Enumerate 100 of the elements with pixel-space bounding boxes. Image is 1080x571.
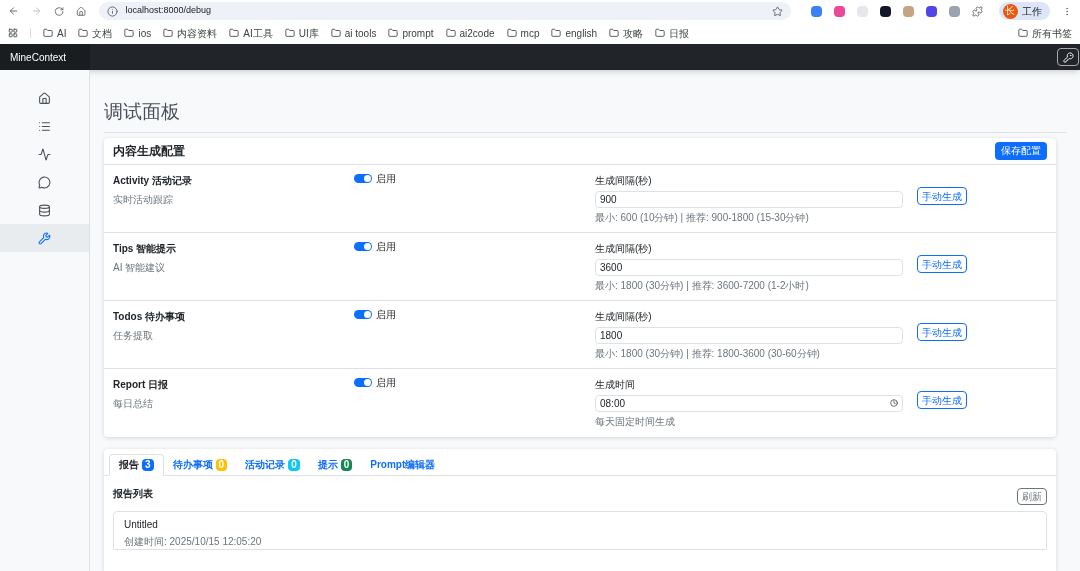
url-text: localhost:8000/debug bbox=[125, 4, 213, 18]
folder-icon[interactable] bbox=[284, 28, 295, 38]
profile-button[interactable]: 长 工作 bbox=[998, 2, 1050, 20]
extension-icon[interactable] bbox=[925, 5, 937, 17]
field-hint: 最小: 1800 (30分钟) | 推荐: 1800-3600 (30-60分钟) bbox=[595, 346, 821, 361]
all-bookmarks[interactable]: 所有书签 bbox=[1032, 25, 1072, 41]
interval-field[interactable]: 08:00 bbox=[595, 394, 903, 412]
report-title: Untitled bbox=[124, 517, 159, 532]
report-item[interactable]: Untitled 创建时间: 2025/10/15 12:05:20 bbox=[113, 510, 1047, 550]
bookmark-item[interactable]: mcp bbox=[520, 25, 540, 41]
folder-icon[interactable] bbox=[609, 28, 620, 38]
save-button[interactable]: 保存配置 bbox=[995, 141, 1047, 160]
folder-icon[interactable] bbox=[506, 28, 517, 38]
folder-icon[interactable] bbox=[229, 28, 240, 38]
address-bar[interactable]: localhost:8000/debug bbox=[98, 2, 791, 20]
toggle-switch[interactable] bbox=[354, 241, 372, 251]
bookmark-item[interactable]: UI库 bbox=[298, 25, 319, 41]
database-icon bbox=[38, 203, 51, 217]
tab[interactable]: Prompt编辑器 bbox=[361, 453, 445, 476]
field-label: 生成间隔(秒) bbox=[595, 309, 653, 324]
folder-icon[interactable] bbox=[78, 28, 89, 38]
folder-icon[interactable] bbox=[655, 28, 666, 38]
refresh-button[interactable]: 刷新 bbox=[1017, 487, 1047, 505]
field-hint: 最小: 1800 (30分钟) | 推荐: 3600-7200 (1-2小时) bbox=[595, 278, 810, 293]
count-badge: 0 bbox=[340, 458, 353, 471]
clock-icon[interactable] bbox=[890, 399, 898, 408]
interval-field[interactable]: 900 bbox=[595, 190, 903, 208]
profile-avatar: 长 bbox=[1002, 3, 1018, 19]
home-icon[interactable] bbox=[76, 5, 87, 17]
interval-field[interactable]: 3600 bbox=[595, 258, 903, 276]
folder-icon[interactable] bbox=[330, 28, 341, 38]
bookmark-item[interactable]: AI工具 bbox=[243, 25, 273, 41]
list-icon bbox=[38, 119, 51, 133]
toggle-label: 启用 bbox=[376, 173, 396, 184]
folder-icon[interactable] bbox=[124, 28, 135, 38]
field-label: 生成时间 bbox=[595, 377, 636, 392]
bookmark-item[interactable]: ai2code bbox=[459, 25, 495, 41]
bookmark-item[interactable]: ai tools bbox=[344, 25, 377, 41]
extensions-icon[interactable] bbox=[971, 5, 983, 17]
toggle-label: 启用 bbox=[376, 309, 396, 320]
interval-field[interactable]: 1800 bbox=[595, 326, 903, 344]
brand-title[interactable]: MineContext bbox=[0, 44, 90, 70]
bookmark-item[interactable]: 日报 bbox=[669, 25, 690, 41]
folder-icon[interactable] bbox=[388, 28, 399, 38]
bookmark-item[interactable]: 攻略 bbox=[623, 25, 644, 41]
count-badge: 3 bbox=[142, 458, 154, 471]
setting-description: 任务提取 bbox=[113, 328, 154, 343]
field-label: 生成间隔(秒) bbox=[595, 173, 653, 188]
tab[interactable]: 活动记录 0 bbox=[236, 453, 309, 476]
generate-button[interactable]: 手动生成 bbox=[917, 187, 967, 206]
field-hint: 每天固定时间生成 bbox=[595, 414, 676, 429]
toggle-label: 启用 bbox=[376, 377, 396, 388]
card-title: 内容生成配置 bbox=[113, 142, 185, 160]
bookmark-item[interactable]: english bbox=[565, 25, 598, 41]
toggle-switch[interactable] bbox=[354, 309, 372, 319]
folder-icon[interactable] bbox=[1018, 28, 1028, 38]
setting-description: 实时活动跟踪 bbox=[113, 192, 174, 207]
folder-icon[interactable] bbox=[551, 28, 562, 38]
page-title: 调试面板 bbox=[104, 100, 1066, 133]
key-button[interactable] bbox=[1057, 48, 1079, 66]
generate-button[interactable]: 手动生成 bbox=[917, 391, 967, 410]
generate-button[interactable]: 手动生成 bbox=[917, 255, 967, 274]
tab[interactable]: 提示 0 bbox=[308, 453, 362, 476]
setting-description: 每日总结 bbox=[113, 396, 154, 411]
list-title: 报告列表 bbox=[113, 486, 153, 501]
key-icon bbox=[1062, 51, 1074, 63]
bookmark-item[interactable]: ios bbox=[138, 25, 152, 41]
count-badge: 0 bbox=[288, 458, 300, 471]
back-icon[interactable] bbox=[8, 5, 20, 17]
setting-name: Tips 智能提示 bbox=[113, 241, 178, 256]
wrench-icon bbox=[38, 231, 51, 245]
report-created-time: 创建时间: 2025/10/15 12:05:20 bbox=[124, 534, 263, 549]
pulse-icon bbox=[38, 147, 51, 161]
profile-label: 工作 bbox=[1021, 4, 1042, 19]
tab[interactable]: 报告 3 bbox=[109, 453, 164, 476]
bookmark-item[interactable]: 内容资料 bbox=[177, 25, 218, 41]
setting-name: Todos 待办事项 bbox=[113, 309, 187, 324]
toggle-switch[interactable] bbox=[354, 173, 372, 183]
folder-icon[interactable] bbox=[163, 28, 174, 38]
bookmark-item[interactable]: AI bbox=[57, 25, 67, 41]
toggle-switch[interactable] bbox=[354, 377, 372, 387]
reload-icon[interactable] bbox=[54, 5, 65, 17]
count-badge: 0 bbox=[215, 458, 228, 471]
bookmark-item[interactable]: prompt bbox=[402, 25, 434, 41]
chat-icon bbox=[38, 175, 51, 189]
site-info-icon[interactable] bbox=[106, 5, 118, 17]
extension-icon[interactable] bbox=[879, 5, 891, 17]
field-label: 生成间隔(秒) bbox=[595, 241, 653, 256]
folder-icon[interactable] bbox=[445, 28, 456, 38]
home-icon bbox=[38, 91, 51, 105]
bookmark-item[interactable]: 文档 bbox=[92, 25, 113, 41]
apps-icon[interactable] bbox=[8, 28, 18, 38]
tab[interactable]: 待办事项 0 bbox=[163, 453, 237, 476]
field-hint: 最小: 600 (10分钟) | 推荐: 900-1800 (15-30分钟) bbox=[595, 210, 810, 225]
star-icon[interactable] bbox=[771, 5, 783, 17]
toggle-label: 启用 bbox=[376, 241, 396, 252]
setting-description: AI 智能建议 bbox=[113, 260, 167, 275]
generate-button[interactable]: 手动生成 bbox=[917, 323, 967, 342]
folder-icon[interactable] bbox=[43, 28, 53, 38]
setting-name: Report 日报 bbox=[113, 377, 169, 392]
